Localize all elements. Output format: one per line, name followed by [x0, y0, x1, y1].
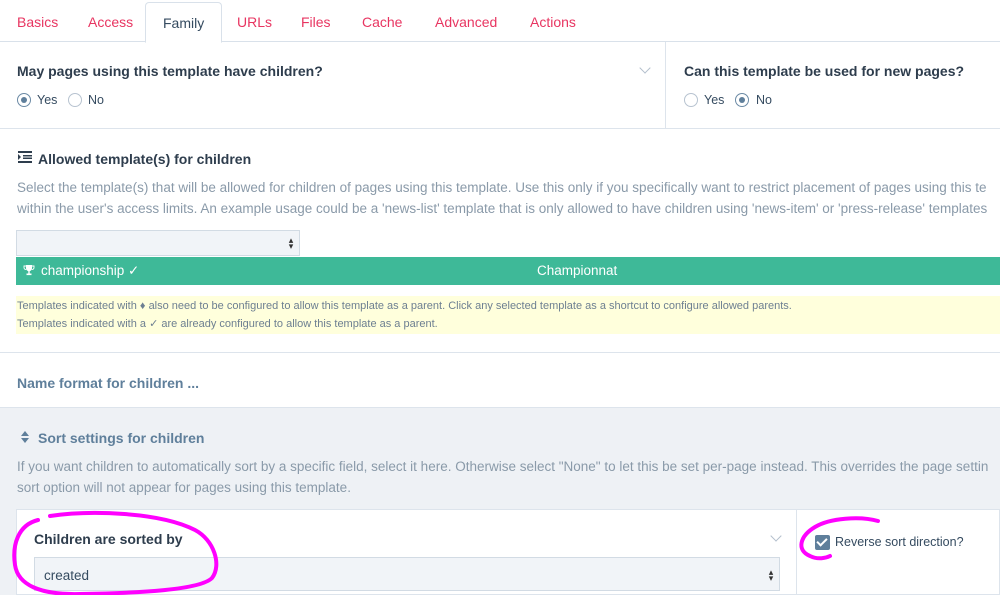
name-format-field[interactable]: Name format for children ...	[0, 353, 1000, 408]
tab-access[interactable]: Access	[88, 0, 133, 42]
name-format-title[interactable]: Name format for children ...	[17, 375, 199, 391]
sort-settings-title[interactable]: Sort settings for children	[38, 430, 204, 446]
sort-desc-1: If you want children to automatically so…	[17, 459, 989, 474]
template-note-2: Templates indicated with a ✓ are already…	[17, 318, 438, 330]
tab-bar: Basics Access Family URLs Files Cache Ad…	[0, 0, 1000, 43]
template-label: Championnat	[537, 263, 618, 278]
sort-desc-2: sort option will not appear for pages us…	[17, 480, 351, 495]
tab-files[interactable]: Files	[301, 0, 331, 42]
template-notes: Templates indicated with ♦ also need to …	[16, 296, 1000, 334]
select-arrows-icon: ▴ ▾	[768, 567, 774, 583]
new-pages-no-radio[interactable]	[735, 93, 749, 107]
children-no-label[interactable]: No	[88, 93, 104, 107]
new-pages-field: Can this template be used for new pages?…	[666, 42, 1000, 129]
sort-settings-section: Sort settings for children If you want c…	[0, 408, 1000, 595]
allowed-templates-desc-1: Select the template(s) that will be allo…	[17, 180, 987, 195]
template-select[interactable]: ▴ ▾	[16, 230, 300, 256]
tab-advanced[interactable]: Advanced	[435, 0, 497, 42]
sort-icon	[21, 431, 29, 443]
template-note-1: Templates indicated with ♦ also need to …	[17, 300, 792, 312]
new-pages-title: Can this template be used for new pages?	[684, 63, 965, 79]
reverse-sort-field: Reverse sort direction?	[796, 509, 1000, 595]
tab-basics[interactable]: Basics	[17, 0, 58, 42]
sorted-by-value: created	[44, 568, 90, 583]
new-pages-yes-label[interactable]: Yes	[704, 93, 724, 107]
allowed-templates-title: Allowed template(s) for children	[38, 151, 252, 167]
sorted-by-label: Children are sorted by	[34, 531, 183, 547]
sorted-by-field: Children are sorted by created ▴ ▾	[16, 509, 797, 595]
chevron-down-icon[interactable]	[639, 62, 651, 74]
reverse-sort-label[interactable]: Reverse sort direction?	[835, 535, 964, 549]
children-no-radio[interactable]	[68, 93, 82, 107]
tab-actions[interactable]: Actions	[530, 0, 576, 42]
new-pages-no-label[interactable]: No	[756, 93, 772, 107]
children-allowed-title: May pages using this template have child…	[17, 63, 323, 79]
select-arrows-icon: ▴ ▾	[288, 235, 294, 251]
trophy-icon	[23, 265, 35, 276]
reverse-sort-checkbox[interactable]	[815, 535, 830, 550]
tab-urls[interactable]: URLs	[237, 0, 272, 42]
template-name[interactable]: championship ✓	[41, 263, 139, 279]
sorted-by-select[interactable]: created ▴ ▾	[34, 557, 780, 591]
chevron-down-icon[interactable]	[770, 530, 782, 542]
allowed-templates-desc-2: within the user's access limits. An exam…	[17, 201, 988, 216]
children-yes-label[interactable]: Yes	[37, 93, 57, 107]
new-pages-yes-radio[interactable]	[684, 93, 698, 107]
children-allowed-field: May pages using this template have child…	[0, 42, 666, 129]
list-icon	[18, 151, 32, 163]
tab-family[interactable]: Family	[145, 2, 223, 43]
selected-template-row[interactable]: championship ✓ Championnat	[16, 257, 1000, 285]
tab-cache[interactable]: Cache	[362, 0, 402, 42]
children-yes-radio[interactable]	[17, 93, 31, 107]
